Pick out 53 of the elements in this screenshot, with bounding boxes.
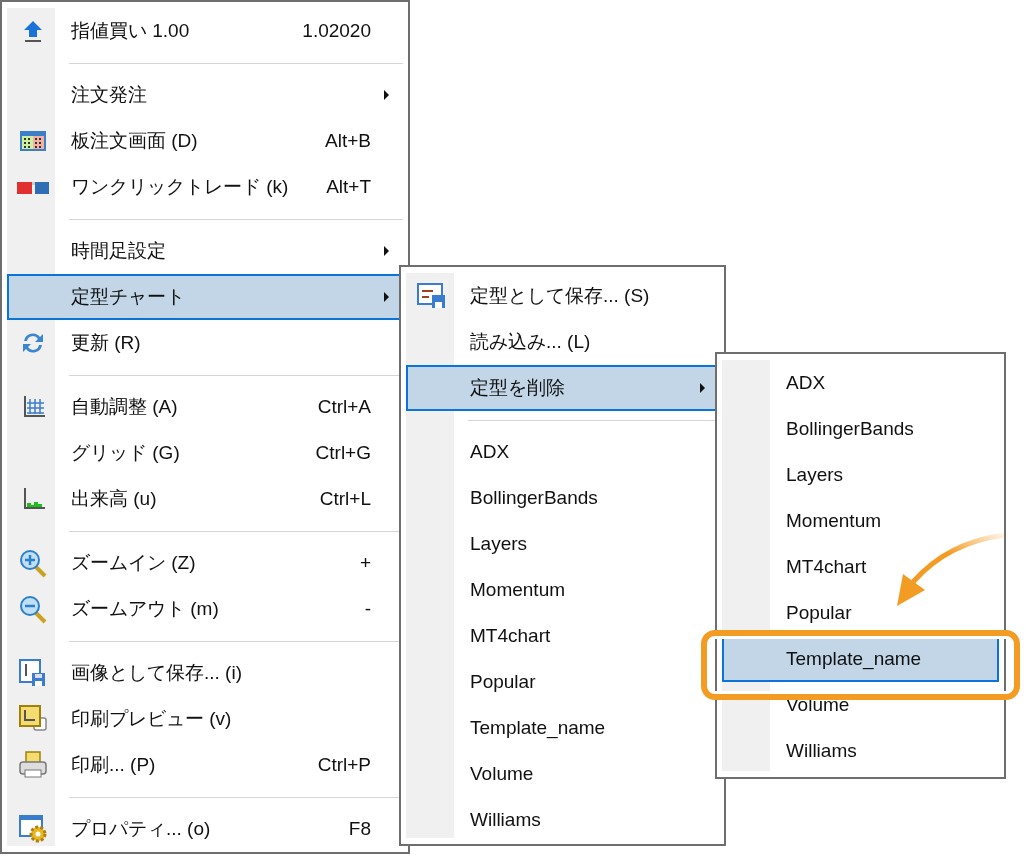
menu-item[interactable]: 定型として保存... (S) [406,273,719,319]
menu-item[interactable]: Popular [406,659,719,705]
menu-item[interactable]: MT4chart [722,544,999,590]
zoom-out-icon [18,594,48,624]
zoom-in-icon [18,548,48,578]
menu-item[interactable]: 注文発注 [7,72,403,118]
menu-item[interactable]: 自動調整 (A) Ctrl+A [7,384,403,430]
menu-item[interactable]: 指値買い 1.00 1.02020 [7,8,403,54]
menu-item[interactable]: ADX [722,360,999,406]
print-preview-icon [18,704,48,734]
menu-item[interactable]: 更新 (R) [7,320,403,366]
shortcut-text: F8 [347,818,371,840]
shortcut-text: Ctrl+A [316,396,371,418]
menu-item[interactable]: ズームイン (Z) + [7,540,403,586]
menu-item[interactable]: 板注文画面 (D) Alt+B [7,118,403,164]
menu-item[interactable]: 時間足設定 [7,228,403,274]
menu-item[interactable]: 印刷プレビュー (v) [7,696,403,742]
shortcut-text: Ctrl+L [318,488,371,510]
menu-item[interactable]: 画像として保存... (i) [7,650,403,696]
shortcut-text: Ctrl+P [316,754,371,776]
menu-item[interactable]: Williams [722,728,999,774]
menu-item[interactable]: Template_name [406,705,719,751]
menu-item[interactable]: Momentum [722,498,999,544]
shortcut-text: 1.02020 [301,20,371,42]
menu-item[interactable]: Layers [722,452,999,498]
menu-item[interactable]: ADX [406,429,719,475]
shortcut-text: - [363,598,371,620]
menu-item[interactable]: グリッド (G) Ctrl+G [7,430,403,476]
shortcut-text: Alt+B [324,130,371,152]
menu-item[interactable]: プロパティ... (o) F8 [7,806,403,852]
menu-item[interactable]: Williams [406,797,719,843]
printer-icon [18,750,48,780]
menu-item[interactable]: ワンクリックトレード (k) Alt+T [7,164,403,210]
menu-item[interactable]: ズームアウト (m) - [7,586,403,632]
menu-item[interactable]: 読み込み... (L) [406,319,719,365]
menu-item[interactable]: Volume [722,682,999,728]
menu-item[interactable]: Volume [406,751,719,797]
shortcut-text: Alt+T [325,176,371,198]
one-click-trade-icon [17,180,49,194]
template-save-icon [417,282,447,310]
menu-item[interactable]: MT4chart [406,613,719,659]
shortcut-text: Ctrl+G [314,442,371,464]
menu-item[interactable]: 出来高 (u) Ctrl+L [7,476,403,522]
menu-item[interactable]: Momentum [406,567,719,613]
settings-icon [18,814,48,844]
shortcut-text: + [358,552,371,574]
menu-item[interactable]: 印刷... (P) Ctrl+P [7,742,403,788]
menu-item[interactable]: BollingerBands [406,475,719,521]
menu-item[interactable]: Template_name [722,636,999,682]
menu-item[interactable]: Layers [406,521,719,567]
menu-item[interactable]: BollingerBands [722,406,999,452]
image-save-icon [18,658,48,688]
table-icon [19,129,47,153]
